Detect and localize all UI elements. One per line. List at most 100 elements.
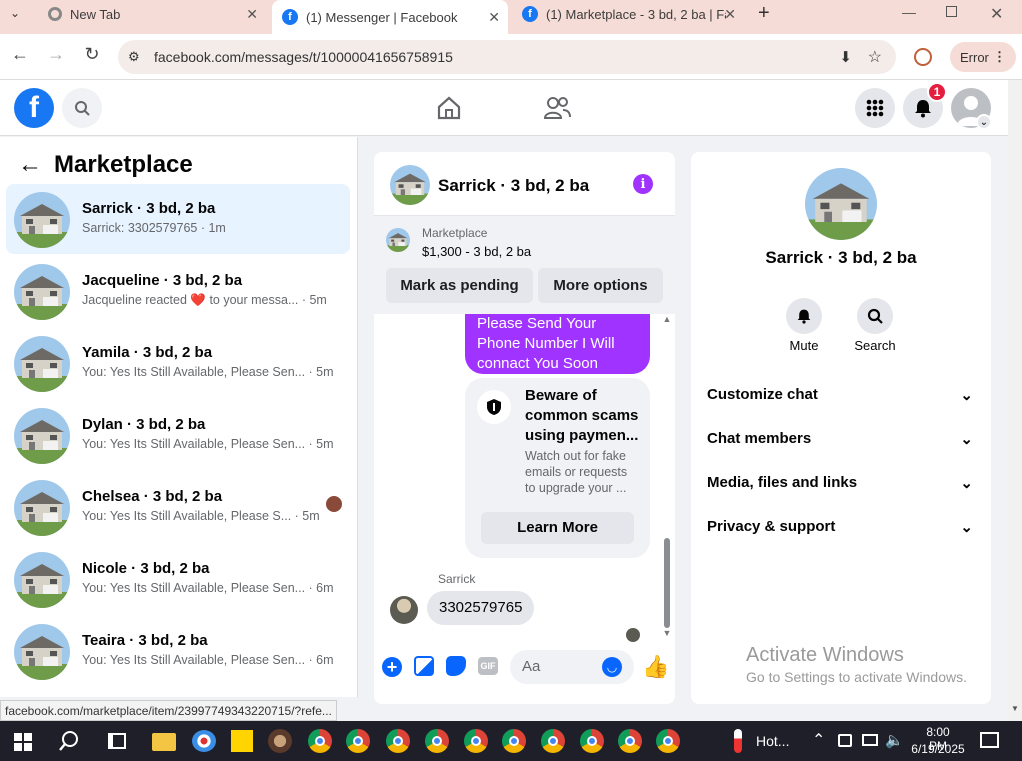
taskbar-search-icon[interactable] [58,730,80,757]
conversation-item[interactable]: Sarrick · 3 bd, 2 ba Sarrick: 3302579765 … [6,184,350,254]
conversation-name: Nicole · 3 bd, 2 ba [82,560,210,577]
page-scroll-down-icon[interactable]: ▼ [1011,704,1019,713]
close-tab-icon[interactable]: ✕ [724,6,736,23]
chrome-taskbar-icon[interactable] [308,729,332,753]
gif-icon[interactable]: GIF [478,657,498,675]
url-bar[interactable]: ⚙ facebook.com/messages/t/10000041656758… [118,40,896,74]
conversation-avatar [14,336,70,392]
chrome-taskbar-icon[interactable] [580,729,604,753]
account-chevron-down-icon[interactable]: ⌄ [976,114,992,130]
profile-avatar[interactable] [805,168,877,240]
meet-now-icon[interactable] [838,734,852,747]
tab-marketplace[interactable]: f (1) Marketplace - 3 bd, 2 ba | Fa ✕ [512,0,744,28]
reload-icon[interactable]: ↻ [80,44,104,65]
bookmark-star-icon[interactable]: ☆ [868,47,882,67]
scroll-down-icon[interactable]: ▼ [662,628,672,638]
install-icon[interactable]: ⬇ [839,48,852,66]
error-label: Error [960,49,989,65]
emoji-icon[interactable]: ◡ [602,657,622,677]
notification-center-icon[interactable] [980,732,999,748]
file-explorer-icon[interactable] [152,733,176,751]
browser-tab-bar: ⌄ New Tab ✕ f (1) Messenger | Facebook ✕… [0,0,1022,34]
info-icon[interactable]: i [633,174,653,194]
paint-app-icon[interactable] [192,730,216,752]
warning-title: Beware of common scams using paymen... [525,387,639,444]
chat-header-avatar[interactable] [390,165,430,205]
sticker-icon[interactable] [446,656,466,676]
conversation-item[interactable]: Nicole · 3 bd, 2 ba You: Yes Its Still Av… [6,544,350,614]
kebab-menu-icon[interactable]: ⋮ [993,49,1006,65]
chrome-icon [48,7,62,21]
mute-bell-icon[interactable] [786,298,822,334]
tray-chevron-up-icon[interactable]: ⌃ [812,730,825,750]
more-options-button[interactable]: More options [538,268,663,303]
received-message-bubble[interactable]: 3302579765 [427,591,535,625]
chat-scrollbar[interactable]: ▲ ▼ [662,314,672,644]
thumbs-up-icon[interactable]: 👍 [642,654,669,680]
chat-title[interactable]: Sarrick · 3 bd, 2 ba [438,176,589,196]
menu-grid-icon[interactable] [855,88,895,128]
volume-icon[interactable]: 🔈 [885,731,904,749]
home-icon[interactable] [436,96,462,125]
sticky-notes-icon[interactable] [231,730,253,752]
section-label: Chat members [707,430,812,447]
chrome-taskbar-icon[interactable] [541,729,565,753]
scroll-thumb[interactable] [664,538,670,628]
privacy-support-section[interactable]: Privacy & support ⌄ [707,518,977,536]
chrome-taskbar-icon[interactable] [502,729,526,753]
marketplace-conversation-list: ← Marketplace Sarrick · 3 bd, 2 ba Sarric… [0,137,358,697]
close-window-icon[interactable]: ✕ [990,4,1003,24]
conversation-item[interactable]: Dylan · 3 bd, 2 ba You: Yes Its Still Ava… [6,400,350,470]
add-plus-icon[interactable]: + [382,657,402,677]
listing-thumbnail[interactable] [386,228,410,252]
chrome-taskbar-icon[interactable] [618,729,642,753]
friends-icon[interactable] [543,96,571,125]
notification-badge: 1 [927,82,947,102]
task-view-icon[interactable] [108,733,126,749]
user-avatar-app-icon[interactable] [268,729,292,753]
chrome-taskbar-icon[interactable] [425,729,449,753]
error-button[interactable]: Error ⋮ [950,42,1016,72]
close-tab-icon[interactable]: ✕ [488,9,500,26]
new-tab-icon[interactable]: + [758,2,770,25]
back-icon[interactable]: ← [8,44,32,65]
minimize-icon[interactable]: — [902,4,916,20]
chrome-taskbar-icon[interactable] [656,729,680,753]
forward-icon[interactable]: → [44,44,68,65]
taskbar-date[interactable]: 6/19/2025 [906,742,970,756]
chrome-taskbar-icon[interactable] [346,729,370,753]
sender-avatar[interactable] [390,596,418,624]
mark-pending-button[interactable]: Mark as pending [386,268,533,303]
facebook-logo[interactable]: f [14,88,54,128]
site-info-icon[interactable]: ⚙ [128,49,140,65]
customize-chat-section[interactable]: Customize chat ⌄ [707,386,977,404]
profile-icon[interactable] [914,48,932,66]
chat-members-section[interactable]: Chat members ⌄ [707,430,977,448]
tab-new-tab[interactable]: New Tab ✕ [38,0,266,28]
back-arrow-icon[interactable]: ← [18,151,42,179]
windows-start-icon[interactable] [14,733,32,751]
chrome-taskbar-icon[interactable] [464,729,488,753]
photo-icon[interactable] [414,656,434,676]
tab-search-dropdown-icon[interactable]: ⌄ [10,6,20,20]
page-scrollbar[interactable]: ▼ [1008,80,1022,721]
conversation-item[interactable]: Yamila · 3 bd, 2 ba You: Yes Its Still Av… [6,328,350,398]
restore-icon[interactable] [946,6,957,17]
conversation-name: Yamila · 3 bd, 2 ba [82,344,213,361]
learn-more-button[interactable]: Learn More [481,512,634,544]
scroll-up-icon[interactable]: ▲ [662,314,672,324]
conversation-item[interactable]: Chelsea · 3 bd, 2 ba You: Yes Its Still A… [6,472,350,542]
conversation-item[interactable]: Teaira · 3 bd, 2 ba You: Yes Its Still Av… [6,616,350,686]
media-files-section[interactable]: Media, files and links ⌄ [707,474,977,492]
sent-message-bubble[interactable]: Please Send Your Phone Number I Will con… [465,314,650,374]
network-icon[interactable] [862,734,878,746]
tab-messenger[interactable]: f (1) Messenger | Facebook ✕ [272,0,508,34]
conversation-item[interactable]: Jacqueline · 3 bd, 2 ba Jacqueline reacte… [6,256,350,326]
chrome-taskbar-icon[interactable] [386,729,410,753]
close-tab-icon[interactable]: ✕ [246,6,258,23]
participant-avatar [326,496,342,512]
search-icon[interactable] [857,298,893,334]
search-icon[interactable] [62,88,102,128]
weather-text[interactable]: Hot... [756,733,789,749]
facebook-icon: f [522,6,538,22]
